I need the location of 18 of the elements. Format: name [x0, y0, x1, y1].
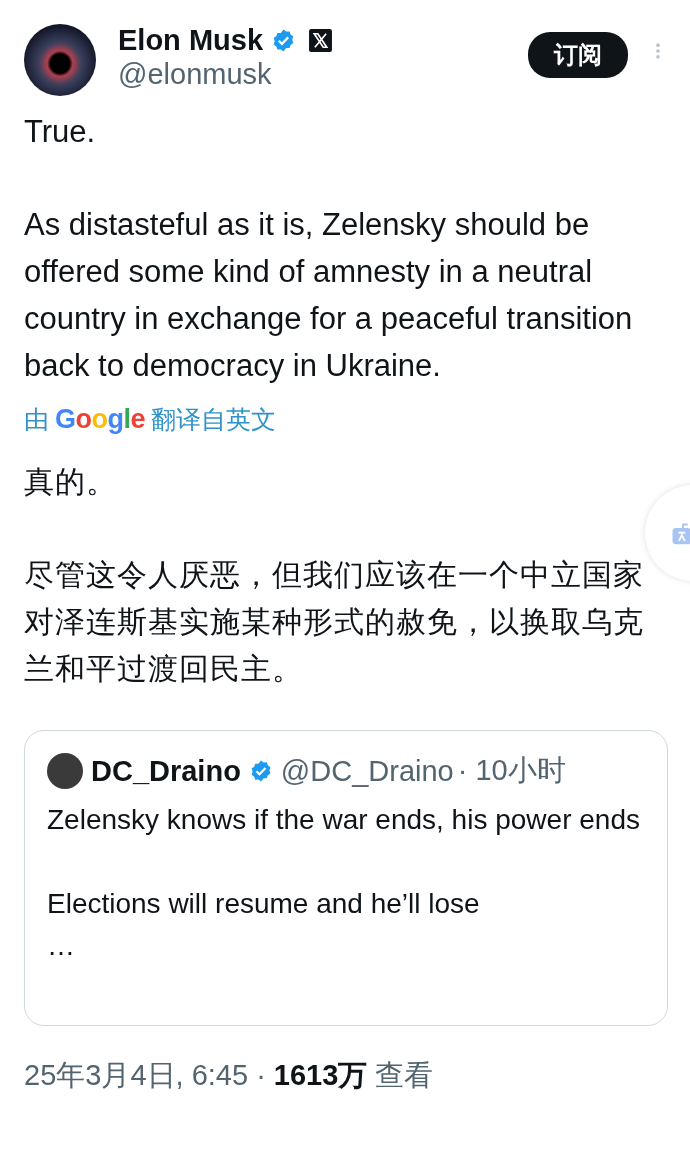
author-name: Elon Musk [118, 23, 263, 57]
quoted-author-name: DC_Draino [91, 754, 241, 788]
avatar-image [47, 753, 83, 789]
subscribe-button[interactable]: 订阅 [528, 32, 628, 78]
quoted-text: Zelensky knows if the war ends, his power ends [47, 803, 641, 837]
quoted-text: … [47, 929, 76, 963]
google-logo: Google [55, 404, 146, 435]
post-time: · 10小时 [457, 753, 566, 788]
author-handle: @elonmusk [118, 58, 273, 91]
translated-text: 真的。 [24, 464, 118, 500]
translated-text: 尽管这令人厌恶，但我们应该在一个中立国家对泽连斯基实施某种形式的赦免，以换取乌克兰和平过渡回民主。 [24, 557, 645, 687]
post-text: As distasteful as it is, Zelensky should be offered some kind of amnesty in a neutral country in exchange for a peaceful transition back to democracy in Ukraine. [24, 206, 634, 385]
post-meta: 25年3月4日, 6:45 · 1613万 查看 [24, 1058, 435, 1093]
quoted-author-handle: @DC_Draino [280, 754, 454, 788]
quoted-text: Elections will resume and he’ll lose [47, 887, 481, 921]
translated-by-label: 由 [24, 404, 49, 435]
post-text: True. [24, 113, 97, 151]
quoted-post-card[interactable]: DC_Draino @DC_Draino· 10小时 Zelensky knows if the war ends, his power ends Elections will resume and he’ll lose … [24, 730, 668, 1026]
